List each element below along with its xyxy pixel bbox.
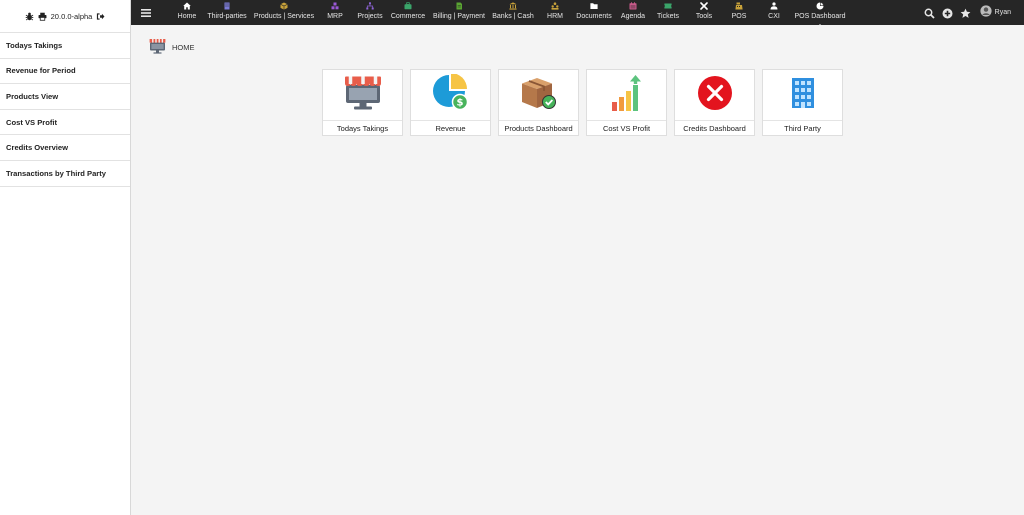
box-check-icon (520, 76, 558, 115)
search-icon[interactable] (924, 6, 935, 19)
pie-revenue-icon: $ (432, 72, 470, 117)
sidebar-item-todays-takings[interactable]: Todays Takings (0, 33, 130, 59)
version-label: 20.0.0-alpha (50, 11, 93, 21)
left-sidebar: 20.0.0-alpha Todays Takings Revenue for … (0, 0, 131, 515)
bug-icon[interactable] (25, 12, 34, 21)
sidebar-item-label: Cost VS Profit (6, 117, 58, 127)
card-products-dashboard[interactable]: Products Dashboard (498, 69, 579, 136)
red-x-icon (697, 75, 733, 116)
card-label: Revenue (435, 124, 466, 133)
sidebar-item-label: Products View (6, 91, 59, 101)
card-credits-dashboard[interactable]: Credits Dashboard (674, 69, 755, 136)
building-icon (223, 2, 231, 10)
card-label: Credits Dashboard (683, 124, 746, 133)
cube-icon (280, 2, 288, 10)
invoice-icon (455, 2, 463, 10)
breadcrumb: HOME (149, 38, 195, 56)
growth-chart-icon (609, 74, 645, 117)
sidebar-item-label: Revenue for Period (6, 66, 76, 76)
breadcrumb-home-link[interactable]: HOME (172, 43, 195, 52)
sidebar-item-label: Credits Overview (6, 143, 69, 153)
nav-item-label: Third-parties (207, 13, 247, 20)
office-building-icon (791, 77, 815, 114)
card-third-party[interactable]: Third Party (762, 69, 843, 136)
card-label: Products Dashboard (504, 124, 573, 133)
nav-item-label: CXI (768, 13, 780, 20)
dashboard-cards: Todays Takings $ Revenue Products Dashbo… (322, 69, 846, 136)
card-todays-takings[interactable]: Todays Takings (322, 69, 403, 136)
shop-icon (344, 76, 382, 115)
suitcase-icon (404, 2, 412, 10)
sidebar-item-revenue-for-period[interactable]: Revenue for Period (0, 59, 130, 85)
nav-item-pos-dashboard[interactable]: POS Dashboard (780, 2, 860, 27)
top-navigation-bar: Home Third-parties Products | Services MRP P… (131, 0, 1024, 27)
sidebar-item-credits-overview[interactable]: Credits Overview (0, 135, 130, 161)
user-name: Ryan (994, 8, 1011, 16)
user-menu[interactable]: Ryan (980, 5, 1011, 19)
sidebar-toolbar: 20.0.0-alpha (0, 0, 130, 32)
nav-item-label: POS Dashboard (794, 13, 846, 20)
bookmark-star-icon[interactable] (960, 6, 971, 18)
printer-icon[interactable] (38, 12, 47, 21)
user-avatar-icon (980, 5, 992, 19)
card-revenue[interactable]: $ Revenue (410, 69, 491, 136)
shop-icon (149, 38, 166, 56)
sidebar-item-label: Todays Takings (6, 40, 63, 50)
sidebar-menu: Todays Takings Revenue for Period Produc… (0, 32, 130, 187)
card-label: Todays Takings (336, 124, 389, 133)
user-upload-icon (770, 2, 778, 10)
sidebar-item-transactions-by-third-party[interactable]: Transactions by Third Party (0, 161, 130, 187)
sidebar-item-label: Transactions by Third Party (6, 168, 107, 178)
sidebar-item-cost-vs-profit[interactable]: Cost VS Profit (0, 110, 130, 136)
sidebar-item-products-view[interactable]: Products View (0, 84, 130, 110)
card-label: Third Party (784, 124, 821, 133)
card-cost-vs-profit[interactable]: Cost VS Profit (586, 69, 667, 136)
logout-icon[interactable] (96, 12, 105, 21)
svg-text:$: $ (456, 97, 463, 108)
add-icon[interactable] (942, 6, 953, 19)
card-label: Cost VS Profit (602, 124, 651, 133)
pie-chart-icon (816, 2, 824, 10)
